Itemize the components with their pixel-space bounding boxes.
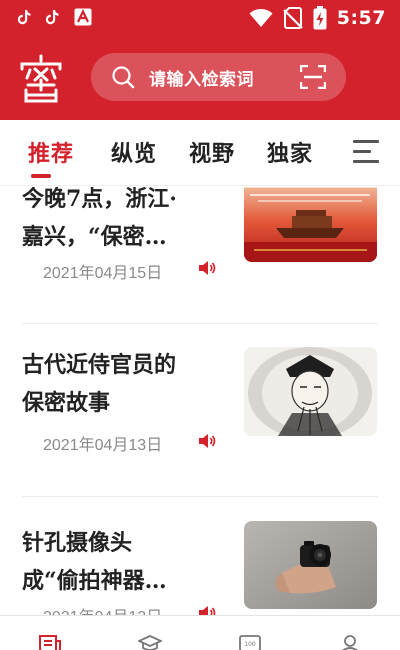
tab-recommended[interactable]: 推荐 [28, 136, 74, 168]
article-feed[interactable]: 今晚7点，浙江· 嘉兴，“保密… 2021年04月15日 古代近侍官员的 保密故… [0, 187, 400, 615]
article-item[interactable]: 古代近侍官员的 保密故事 2021年04月13日 [22, 347, 378, 467]
news-icon[interactable] [38, 634, 62, 650]
article-title: 针孔摄像头 成“偷拍神器… [22, 530, 167, 594]
menu-icon[interactable] [353, 140, 379, 166]
tiktok-icon [46, 10, 59, 25]
article-item[interactable]: 今晚7点，浙江· 嘉兴，“保密… 2021年04月15日 [22, 187, 378, 305]
article-title: 古代近侍官员的 保密故事 [22, 352, 177, 416]
search-bar[interactable]: 请输入检索词 [91, 53, 346, 101]
no-sim-icon [282, 7, 303, 29]
pinhole-camera-thumbnail [244, 521, 377, 609]
article-title: 今晚7点，浙江· 嘉兴，“保密… [22, 187, 177, 250]
search-icon [112, 66, 135, 89]
article-date: 2021年04月15日 [43, 265, 163, 282]
svg-text:100: 100 [244, 641, 256, 648]
article-item[interactable]: 针孔摄像头 成“偷拍神器… 2021年04月13日 [22, 521, 378, 615]
article-date: 2021年04月13日 [43, 437, 163, 454]
bottom-navigation: 100 [0, 615, 400, 650]
ancient-official-portrait-thumbnail [244, 347, 377, 436]
scan-icon[interactable] [300, 65, 326, 89]
search-placeholder: 请输入检索词 [149, 70, 254, 90]
status-bar: 5:57 [0, 0, 400, 36]
tab-exclusive[interactable]: 独家 [267, 136, 313, 168]
red-boat-poster-thumbnail [244, 187, 377, 262]
score-icon[interactable]: 100 [238, 634, 262, 650]
active-tab-indicator [31, 174, 51, 178]
app-bar: 请输入检索词 [0, 36, 400, 120]
app-a-icon [74, 8, 92, 26]
category-tabs: 推荐 纵览 视野 独家 [0, 120, 400, 186]
seal-logo-icon[interactable] [18, 54, 64, 104]
speaker-icon[interactable] [198, 260, 216, 276]
status-time: 5:57 [336, 7, 386, 29]
tab-vision[interactable]: 视野 [189, 136, 235, 168]
article-date: 2021年04月13日 [43, 603, 162, 615]
wifi-icon [249, 9, 273, 27]
profile-icon[interactable] [338, 634, 362, 650]
speaker-icon[interactable] [198, 433, 216, 449]
battery-charging-icon [313, 6, 327, 30]
divider [22, 496, 378, 497]
tab-overview[interactable]: 纵览 [111, 136, 157, 168]
divider [22, 323, 378, 324]
tiktok-icon [18, 10, 31, 25]
speaker-icon[interactable] [198, 605, 216, 615]
education-icon[interactable] [138, 634, 162, 650]
